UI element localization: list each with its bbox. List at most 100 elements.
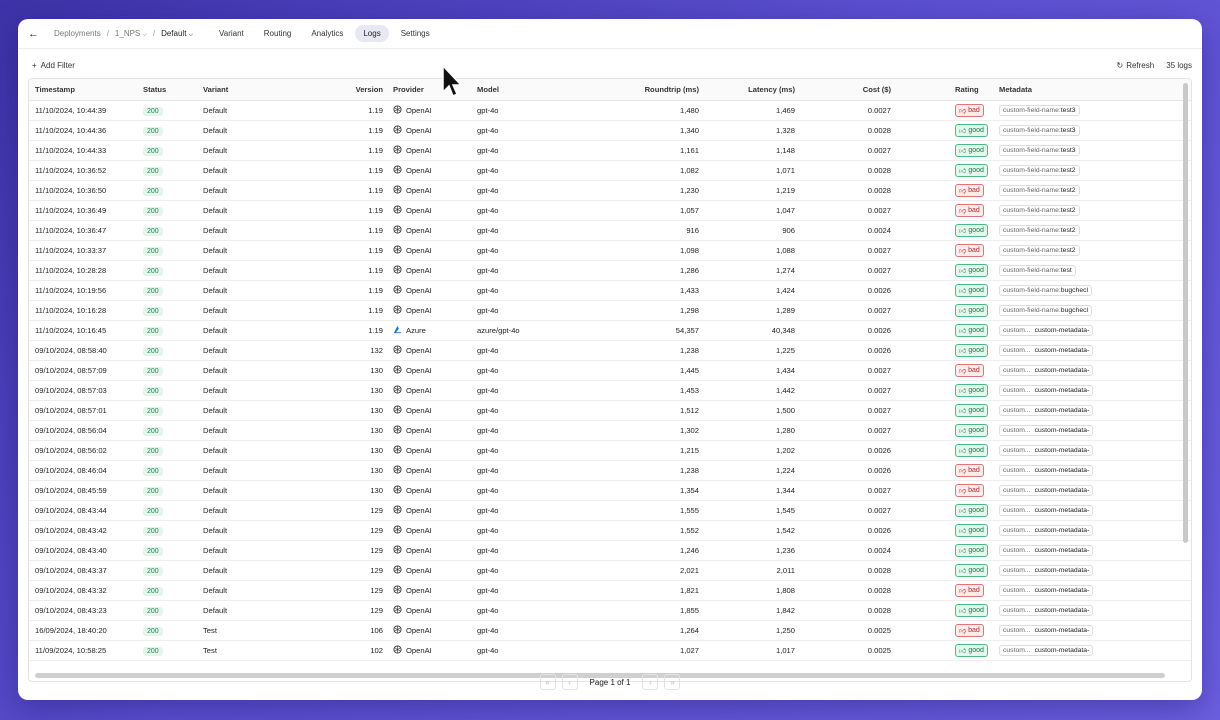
table-row[interactable]: 11/10/2024, 10:36:50 200 Default 1.19 OpenAI… [29, 181, 1191, 201]
rating-badge[interactable]: 👍︎ good [955, 524, 988, 537]
rating-badge[interactable]: 👎︎ bad [955, 104, 984, 117]
rating-badge[interactable]: 👍︎ good [955, 644, 988, 657]
cell-status: 200 [137, 146, 197, 156]
table-row[interactable]: 09/10/2024, 08:56:02 200 Default 130 OpenAI g… [29, 441, 1191, 461]
header-version[interactable]: Version [315, 85, 387, 94]
table-row[interactable]: 09/10/2024, 08:57:01 200 Default 130 OpenAI g… [29, 401, 1191, 421]
vertical-scrollbar[interactable] [1183, 83, 1188, 543]
table-row[interactable]: 09/10/2024, 08:43:37 200 Default 129 OpenAI g… [29, 561, 1191, 581]
cell-status: 200 [137, 426, 197, 436]
rating-badge[interactable]: 👍︎ good [955, 124, 988, 137]
table-row[interactable]: 11/10/2024, 10:36:52 200 Default 1.19 OpenAI… [29, 161, 1191, 181]
table-row[interactable]: 09/10/2024, 08:57:03 200 Default 130 OpenAI g… [29, 381, 1191, 401]
cell-model: gpt-4o [477, 286, 499, 295]
rating-badge[interactable]: 👍︎ good [955, 444, 988, 457]
last-page-button[interactable]: » [664, 674, 681, 690]
table-row[interactable]: 11/10/2024, 10:28:28 200 Default 1.19 OpenAI… [29, 261, 1191, 281]
header-cost[interactable]: Cost ($) [799, 85, 895, 94]
breadcrumb-environment-dropdown[interactable]: Default ⌵ [161, 29, 193, 39]
table-row[interactable]: 11/10/2024, 10:16:45 200 Default 1.19 Azure a… [29, 321, 1191, 341]
rating-badge[interactable]: 👍︎ good [955, 224, 988, 237]
tab-logs[interactable]: Logs [355, 25, 389, 42]
header-rating[interactable]: Rating [895, 85, 991, 94]
cell-provider: OpenAI [387, 205, 471, 216]
first-page-button[interactable]: « [539, 674, 556, 690]
rating-badge[interactable]: 👎︎ bad [955, 484, 984, 497]
add-filter-button[interactable]: + Add Filter [32, 61, 75, 70]
table-row[interactable]: 09/10/2024, 08:43:44 200 Default 129 OpenAI g… [29, 501, 1191, 521]
rating-badge[interactable]: 👎︎ bad [955, 184, 984, 197]
back-arrow-icon[interactable]: ← [28, 28, 42, 40]
table-row[interactable]: 11/10/2024, 10:16:28 200 Default 1.19 OpenAI… [29, 301, 1191, 321]
next-page-button[interactable]: › [642, 674, 659, 690]
breadcrumb-deployments[interactable]: Deployments [54, 29, 101, 38]
table-row[interactable]: 09/10/2024, 08:58:40 200 Default 132 OpenAI g… [29, 341, 1191, 361]
rating-badge[interactable]: 👍︎ good [955, 304, 988, 317]
rating-badge[interactable]: 👎︎ bad [955, 204, 984, 217]
rating-badge[interactable]: 👍︎ good [955, 144, 988, 157]
tab-settings[interactable]: Settings [393, 25, 438, 42]
refresh-button[interactable]: ↻ Refresh [1116, 61, 1154, 70]
breadcrumb-environment-label: Default [161, 28, 187, 38]
thumbs-up-icon: 👍︎ [959, 148, 967, 155]
table-row[interactable]: 11/10/2024, 10:44:33 200 Default 1.19 OpenAI… [29, 141, 1191, 161]
header-variant[interactable]: Variant [197, 85, 315, 94]
rating-badge[interactable]: 👎︎ bad [955, 244, 984, 257]
cell-model: gpt-4o [477, 186, 499, 195]
thumbs-down-icon: 👎︎ [959, 108, 967, 115]
breadcrumb-deployment-dropdown[interactable]: 1_NPS ⌵ [115, 29, 147, 39]
rating-badge[interactable]: 👎︎ bad [955, 624, 984, 637]
table-row[interactable]: 16/09/2024, 18:40:20 200 Test 106 OpenAI gpt-… [29, 621, 1191, 641]
rating-badge[interactable]: 👎︎ bad [955, 464, 984, 477]
rating-badge[interactable]: 👍︎ good [955, 324, 988, 337]
cell-rating: 👍︎ good [895, 324, 991, 337]
header-status[interactable]: Status [137, 85, 197, 94]
table-row[interactable]: 09/10/2024, 08:43:23 200 Default 129 OpenAI g… [29, 601, 1191, 621]
cell-cost: 0.0027 [867, 206, 891, 215]
metadata-key: custom... [1003, 447, 1031, 454]
table-row[interactable]: 11/10/2024, 10:36:47 200 Default 1.19 OpenAI… [29, 221, 1191, 241]
header-metadata[interactable]: Metadata [991, 85, 1101, 94]
table-row[interactable]: 11/10/2024, 10:19:56 200 Default 1.19 OpenAI… [29, 281, 1191, 301]
rating-badge[interactable]: 👍︎ good [955, 264, 988, 277]
rating-badge[interactable]: 👎︎ bad [955, 364, 984, 377]
table-row[interactable]: 09/10/2024, 08:57:09 200 Default 130 OpenAI g… [29, 361, 1191, 381]
table-row[interactable]: 11/10/2024, 10:33:37 200 Default 1.19 OpenAI… [29, 241, 1191, 261]
table-row[interactable]: 09/10/2024, 08:46:04 200 Default 130 OpenAI g… [29, 461, 1191, 481]
rating-badge[interactable]: 👍︎ good [955, 544, 988, 557]
rating-badge[interactable]: 👍︎ good [955, 564, 988, 577]
refresh-icon: ↻ [1116, 60, 1124, 70]
thumbs-down-icon: 👎︎ [959, 208, 967, 215]
tab-routing[interactable]: Routing [256, 25, 300, 42]
cell-version: 129 [370, 546, 383, 555]
table-row[interactable]: 09/10/2024, 08:56:04 200 Default 130 OpenAI g… [29, 421, 1191, 441]
header-model[interactable]: Model [471, 85, 601, 94]
header-timestamp[interactable]: Timestamp [29, 85, 137, 94]
tab-variant[interactable]: Variant [211, 25, 252, 42]
rating-badge[interactable]: 👍︎ good [955, 164, 988, 177]
cell-variant: Default [203, 206, 228, 215]
rating-badge[interactable]: 👍︎ good [955, 344, 988, 357]
header-roundtrip[interactable]: Roundtrip (ms) [601, 85, 703, 94]
rating-badge[interactable]: 👍︎ good [955, 504, 988, 517]
table-row[interactable]: 11/10/2024, 10:44:36 200 Default 1.19 OpenAI… [29, 121, 1191, 141]
table-row[interactable]: 09/10/2024, 08:43:40 200 Default 129 OpenAI g… [29, 541, 1191, 561]
rating-badge[interactable]: 👍︎ good [955, 404, 988, 417]
table-row[interactable]: 09/10/2024, 08:43:42 200 Default 129 OpenAI g… [29, 521, 1191, 541]
rating-badge[interactable]: 👍︎ good [955, 424, 988, 437]
rating-badge[interactable]: 👍︎ good [955, 384, 988, 397]
table-row[interactable]: 11/10/2024, 10:36:49 200 Default 1.19 OpenAI… [29, 201, 1191, 221]
prev-page-button[interactable]: ‹ [561, 674, 578, 690]
tab-analytics[interactable]: Analytics [303, 25, 351, 42]
header-latency[interactable]: Latency (ms) [703, 85, 799, 94]
cell-version: 130 [370, 386, 383, 395]
metadata-value: test2 [1060, 187, 1076, 194]
table-row[interactable]: 09/10/2024, 08:45:59 200 Default 130 OpenAI g… [29, 481, 1191, 501]
table-row[interactable]: 11/10/2024, 10:44:39 200 Default 1.19 OpenAI… [29, 101, 1191, 121]
table-row[interactable]: 09/10/2024, 08:43:32 200 Default 129 OpenAI g… [29, 581, 1191, 601]
cell-provider: OpenAI [387, 225, 471, 236]
table-row[interactable]: 11/09/2024, 10:58:25 200 Test 102 OpenAI gpt-… [29, 641, 1191, 661]
rating-badge[interactable]: 👎︎ bad [955, 584, 984, 597]
rating-badge[interactable]: 👍︎ good [955, 604, 988, 617]
rating-badge[interactable]: 👍︎ good [955, 284, 988, 297]
